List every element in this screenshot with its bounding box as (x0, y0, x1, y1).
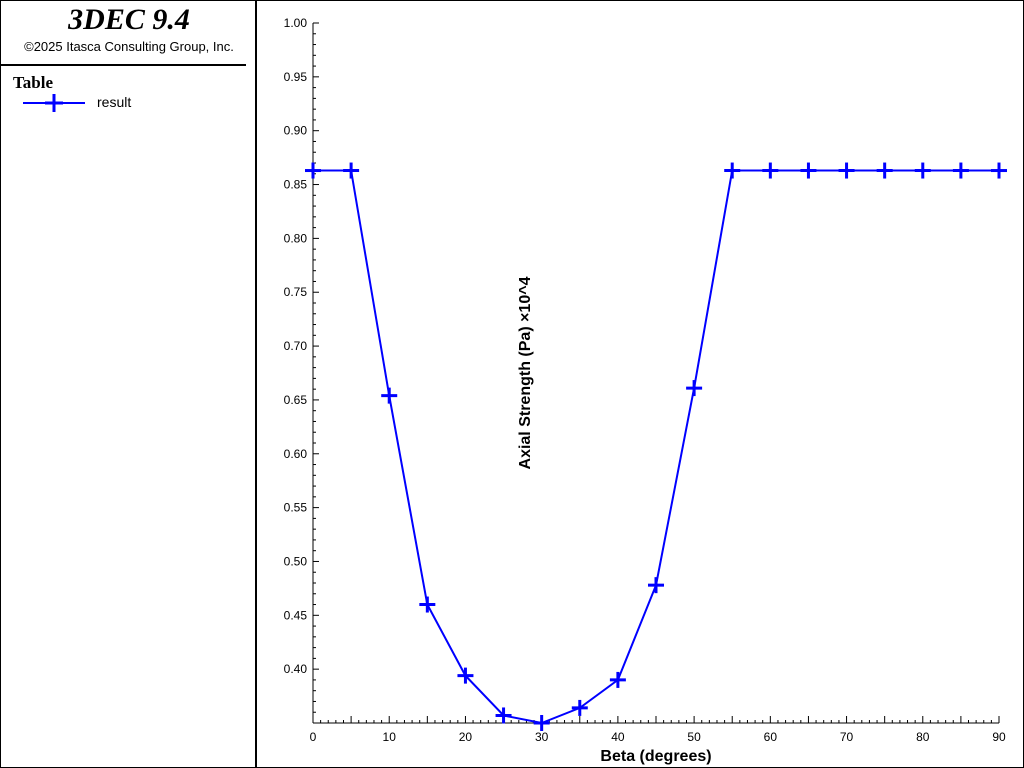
data-point-marker (800, 162, 817, 179)
data-point-marker (686, 380, 703, 397)
y-tick-label: 0.55 (284, 501, 308, 515)
y-tick-label: 0.70 (284, 339, 308, 353)
data-point-marker (419, 596, 436, 613)
data-point-marker (914, 162, 931, 179)
y-axis-label: Axial Strength (Pa) ×10^4 (517, 276, 534, 469)
data-point-marker (724, 162, 741, 179)
y-tick-label: 0.75 (284, 285, 308, 299)
y-tick-label: 1.00 (284, 16, 308, 30)
y-tick-label: 0.50 (284, 554, 308, 568)
series-line-result (313, 169, 999, 725)
y-tick-label: 0.60 (284, 447, 308, 461)
y-tick-label: 0.80 (284, 231, 308, 245)
data-point-marker (952, 162, 969, 179)
y-tick-label: 0.90 (284, 124, 308, 138)
data-point-marker (609, 671, 626, 688)
y-tick-label: 0.45 (284, 608, 308, 622)
series-group (305, 162, 1007, 731)
x-tick-label: 60 (764, 730, 778, 744)
y-tick-label: 0.95 (284, 70, 308, 84)
app-title: 3DEC 9.4 (68, 3, 190, 36)
legend-divider (1, 64, 246, 66)
legend-entry-result: result (97, 94, 132, 110)
x-tick-label: 40 (611, 730, 625, 744)
data-point-marker (648, 577, 664, 594)
x-tick-label: 80 (916, 730, 930, 744)
x-tick-label: 0 (310, 730, 317, 744)
x-tick-label: 20 (459, 730, 473, 744)
data-point-marker (838, 162, 855, 179)
x-axis-label: Beta (degrees) (600, 748, 711, 765)
data-point-marker (762, 162, 779, 179)
data-point-marker (991, 162, 1007, 179)
data-point-marker (571, 699, 588, 716)
data-point-marker (533, 715, 550, 731)
y-tick-label: 0.65 (284, 393, 308, 407)
axes: 0.40 0.45 0.50 0.55 0.60 0.65 0.70 0.75 0.80 0.85… (284, 16, 1006, 744)
chart: 0.40 0.45 0.50 0.55 0.60 0.65 0.70 0.75 0.80 0.85… (284, 16, 1007, 765)
data-point-marker (381, 387, 398, 404)
legend-swatch-result (23, 94, 85, 112)
legend-panel: 3DEC 9.4 ©2025 Itasca Consulting Group, … (0, 0, 257, 768)
data-point-marker (876, 162, 893, 179)
copyright-text: ©2025 Itasca Consulting Group, Inc. (24, 39, 234, 54)
x-tick-label: 10 (383, 730, 397, 744)
data-point-marker (305, 162, 321, 179)
y-tick-label: 0.85 (284, 178, 308, 192)
x-tick-label: 70 (840, 730, 854, 744)
plot-panel: 0.40 0.45 0.50 0.55 0.60 0.65 0.70 0.75 0.80 0.85… (256, 0, 1024, 768)
x-tick-label: 30 (535, 730, 549, 744)
legend-title: Table (13, 73, 54, 92)
x-tick-label: 50 (687, 730, 701, 744)
x-tick-label: 90 (992, 730, 1006, 744)
data-point-marker (343, 162, 360, 179)
y-tick-label: 0.40 (284, 662, 308, 676)
